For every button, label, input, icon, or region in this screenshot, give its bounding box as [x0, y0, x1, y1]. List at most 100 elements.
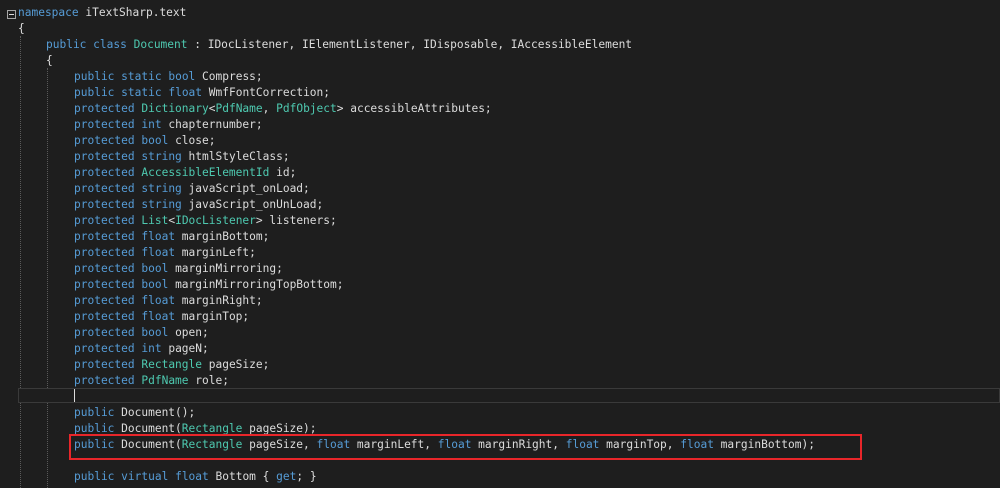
- code-line[interactable]: protected int chapternumber;: [0, 117, 1000, 133]
- code-line[interactable]: public virtual float Bottom { get; }: [0, 469, 1000, 485]
- code-line[interactable]: protected bool marginMirroring;: [0, 261, 1000, 277]
- code-line[interactable]: protected string javaScript_onUnLoad;: [0, 197, 1000, 213]
- code-text: protected int pageN;: [74, 341, 209, 357]
- code-text: namespace iTextSharp.text: [18, 5, 186, 21]
- code-token: ; }: [296, 470, 317, 483]
- code-text: protected int chapternumber;: [74, 117, 263, 133]
- code-token: htmlStyleClass;: [181, 150, 290, 163]
- code-line[interactable]: protected Dictionary<PdfName, PdfObject>…: [0, 101, 1000, 117]
- code-line[interactable]: protected float marginBottom;: [0, 229, 1000, 245]
- keyword-token: int: [141, 118, 162, 131]
- code-token: marginMirroring;: [168, 262, 283, 275]
- type-token: Document: [133, 38, 188, 51]
- keyword-token: get: [276, 470, 297, 483]
- keyword-token: protected: [74, 134, 135, 147]
- code-line[interactable]: public static bool Compress;: [0, 69, 1000, 85]
- highlighted-constructor-box: [69, 434, 862, 460]
- code-text: protected bool marginMirroring;: [74, 261, 283, 277]
- code-text: {: [18, 21, 25, 37]
- code-text: public virtual float Bottom { get; }: [74, 469, 317, 485]
- code-text: {: [46, 53, 53, 69]
- code-line[interactable]: protected bool marginMirroringTopBottom;: [0, 277, 1000, 293]
- code-token: marginBottom;: [175, 230, 270, 243]
- keyword-token: int: [141, 342, 162, 355]
- code-line[interactable]: protected bool close;: [0, 133, 1000, 149]
- code-text: public static bool Compress;: [74, 69, 263, 85]
- code-token: WmfFontCorrection;: [202, 86, 331, 99]
- keyword-token: bool: [141, 134, 169, 147]
- code-text: protected PdfName role;: [74, 373, 229, 389]
- code-line[interactable]: protected string htmlStyleClass;: [0, 149, 1000, 165]
- code-line[interactable]: {: [0, 53, 1000, 69]
- code-token: > listeners;: [255, 214, 337, 227]
- code-text: protected List<IDocListener> listeners;: [74, 213, 337, 229]
- code-token: iTextSharp.text: [78, 6, 187, 19]
- code-token: javaScript_onUnLoad;: [181, 198, 324, 211]
- code-line[interactable]: protected float marginTop;: [0, 309, 1000, 325]
- code-line[interactable]: [0, 389, 1000, 405]
- code-line[interactable]: protected float marginLeft;: [0, 245, 1000, 261]
- code-line[interactable]: protected PdfName role;: [0, 373, 1000, 389]
- code-token: marginTop;: [175, 310, 250, 323]
- code-text: protected Rectangle pageSize;: [74, 357, 269, 373]
- code-text: protected bool open;: [74, 325, 209, 341]
- code-token: marginRight;: [175, 294, 263, 307]
- keyword-token: protected: [74, 150, 135, 163]
- keyword-token: bool: [168, 70, 196, 83]
- code-text: protected AccessibleElementId id;: [74, 165, 296, 181]
- code-line[interactable]: {: [0, 21, 1000, 37]
- code-text: protected bool marginMirroringTopBottom;: [74, 277, 343, 293]
- code-token: marginMirroringTopBottom;: [168, 278, 344, 291]
- code-text: protected string javaScript_onUnLoad;: [74, 197, 323, 213]
- keyword-token: protected: [74, 374, 135, 387]
- keyword-token: protected: [74, 166, 135, 179]
- code-line[interactable]: protected Rectangle pageSize;: [0, 357, 1000, 373]
- code-text: protected string javaScript_onLoad;: [74, 181, 310, 197]
- type-token: Dictionary: [141, 102, 209, 115]
- keyword-token: protected: [74, 118, 135, 131]
- code-line[interactable]: protected AccessibleElementId id;: [0, 165, 1000, 181]
- code-token: role;: [188, 374, 229, 387]
- code-line[interactable]: public class Document : IDocListener, IE…: [0, 37, 1000, 53]
- keyword-token: float: [141, 310, 176, 323]
- keyword-token: float: [141, 246, 176, 259]
- code-text: public class Document : IDocListener, IE…: [46, 37, 632, 53]
- code-text: protected float marginBottom;: [74, 229, 269, 245]
- type-token: List: [141, 214, 169, 227]
- code-line[interactable]: protected int pageN;: [0, 341, 1000, 357]
- keyword-token: protected: [74, 246, 135, 259]
- type-token: PdfName: [141, 374, 189, 387]
- code-line[interactable]: public Document();: [0, 405, 1000, 421]
- type-token: PdfObject: [276, 102, 337, 115]
- keyword-token: float: [168, 86, 203, 99]
- keyword-token: protected: [74, 198, 135, 211]
- type-token: PdfName: [215, 102, 263, 115]
- keyword-token: protected: [74, 326, 135, 339]
- code-token: {: [18, 22, 25, 35]
- code-line[interactable]: protected bool open;: [0, 325, 1000, 341]
- keyword-token: public: [74, 86, 115, 99]
- code-text: protected Dictionary<PdfName, PdfObject>…: [74, 101, 492, 117]
- code-text: protected string htmlStyleClass;: [74, 149, 290, 165]
- keyword-token: namespace: [18, 6, 79, 19]
- code-text: protected bool close;: [74, 133, 215, 149]
- code-line[interactable]: protected string javaScript_onLoad;: [0, 181, 1000, 197]
- keyword-token: static: [121, 86, 162, 99]
- code-text: public static float WmfFontCorrection;: [74, 85, 330, 101]
- code-line[interactable]: namespace iTextSharp.text: [0, 5, 1000, 21]
- code-line[interactable]: protected List<IDocListener> listeners;: [0, 213, 1000, 229]
- code-token: Bottom {: [208, 470, 277, 483]
- code-token: marginLeft;: [175, 246, 256, 259]
- code-editor[interactable]: namespace iTextSharp.text{public class D…: [0, 0, 1000, 488]
- code-token: pageSize;: [202, 358, 270, 371]
- keyword-token: bool: [141, 262, 169, 275]
- keyword-token: protected: [74, 278, 135, 291]
- keyword-token: bool: [141, 278, 169, 291]
- keyword-token: protected: [74, 310, 135, 323]
- keyword-token: protected: [74, 294, 135, 307]
- type-token: AccessibleElementId: [141, 166, 270, 179]
- code-line[interactable]: public static float WmfFontCorrection;: [0, 85, 1000, 101]
- code-token: pageN;: [161, 342, 209, 355]
- code-line[interactable]: protected float marginRight;: [0, 293, 1000, 309]
